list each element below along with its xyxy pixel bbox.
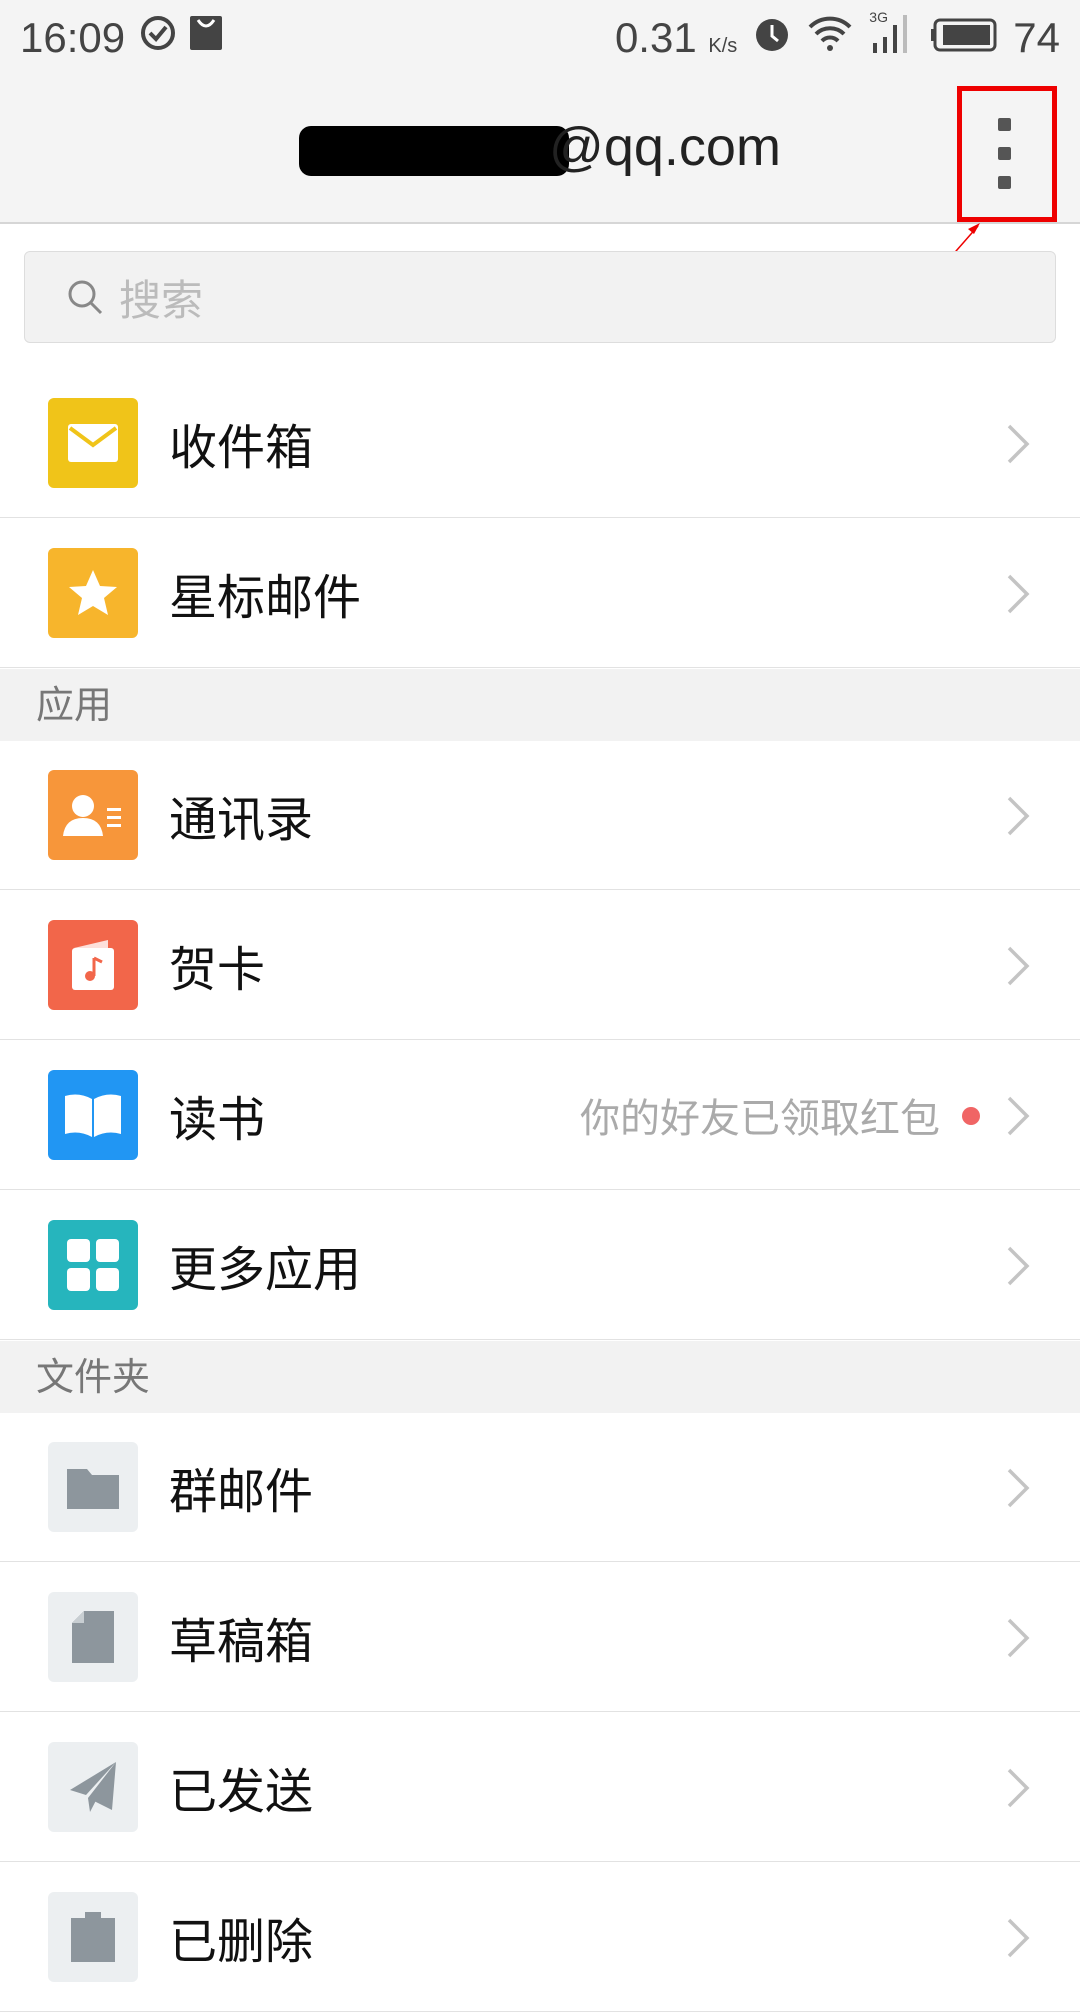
chevron-right-icon: [1007, 1918, 1030, 1958]
section-header: 文件夹: [0, 1341, 1080, 1413]
chevron-right-icon: [1007, 796, 1030, 836]
book-icon: [48, 1070, 138, 1160]
list-item-contacts[interactable]: 通讯录: [0, 740, 1080, 890]
chevron-right-icon: [1007, 1768, 1030, 1808]
apps-icon: [48, 1220, 138, 1310]
item-label: 星标邮件: [169, 569, 362, 626]
item-label: 收件箱: [169, 419, 314, 476]
chevron-right-icon: [1007, 1096, 1030, 1136]
list-item-trash[interactable]: 已删除: [0, 1862, 1080, 2012]
list-item-mail[interactable]: 收件箱: [0, 368, 1080, 518]
list-item-send[interactable]: 已发送: [0, 1712, 1080, 1862]
item-label: 已发送: [169, 1763, 314, 1820]
item-hint: 你的好友已领取红包: [580, 1095, 940, 1142]
item-label: 通讯录: [169, 791, 314, 848]
list-item-star[interactable]: 星标邮件: [0, 518, 1080, 668]
item-label: 贺卡: [169, 941, 266, 998]
contacts-icon: [48, 770, 138, 860]
search-placeholder: 搜索: [119, 275, 204, 325]
send-icon: [48, 1742, 138, 1832]
list-item-book[interactable]: 读书 你的好友已领取红包: [0, 1040, 1080, 1190]
section-header: 应用: [0, 669, 1080, 741]
list-item-card[interactable]: 贺卡: [0, 890, 1080, 1040]
list-item-draft[interactable]: 草稿箱: [0, 1562, 1080, 1712]
item-label: 草稿箱: [169, 1613, 314, 1670]
chevron-right-icon: [1007, 946, 1030, 986]
trash-icon: [48, 1892, 138, 1982]
card-icon: [48, 920, 138, 1010]
draft-icon: [48, 1592, 138, 1682]
chevron-right-icon: [1007, 574, 1030, 614]
star-icon: [48, 548, 138, 638]
chevron-right-icon: [1007, 424, 1030, 464]
chevron-right-icon: [1007, 1468, 1030, 1508]
chevron-right-icon: [1007, 1246, 1030, 1286]
item-label: 群邮件: [169, 1463, 314, 1520]
chevron-right-icon: [1007, 1618, 1030, 1658]
search-icon: [68, 280, 103, 315]
item-label: 已删除: [169, 1913, 314, 1970]
item-label: 更多应用: [169, 1241, 362, 1298]
list-item-apps[interactable]: 更多应用: [0, 1190, 1080, 1340]
mail-icon: [48, 398, 138, 488]
notification-dot: [962, 1107, 980, 1125]
search-input[interactable]: 搜索: [24, 251, 1056, 343]
item-label: 读书: [169, 1091, 266, 1148]
folder-icon: [48, 1442, 138, 1532]
list-item-folder[interactable]: 群邮件: [0, 1412, 1080, 1562]
